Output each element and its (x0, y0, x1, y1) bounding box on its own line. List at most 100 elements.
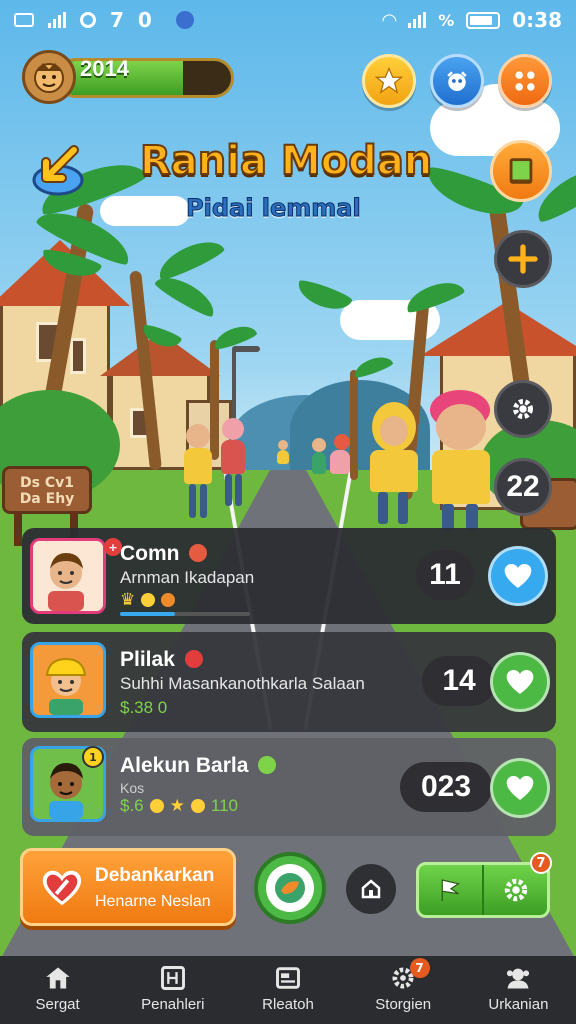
clock-time: 0:38 (512, 8, 562, 32)
card-name: Comn (120, 542, 208, 566)
game-title: Rania Modan (139, 137, 433, 185)
list-item[interactable]: 1 Alekun Barla Kos $.6 ★ 110 023 (22, 738, 556, 836)
card-progress (120, 612, 250, 616)
like-button[interactable] (488, 546, 548, 606)
character-pink-hair (424, 390, 500, 530)
character-yellow-hood (364, 402, 424, 526)
palm-frond (351, 352, 394, 380)
count-badge: 11 (416, 550, 474, 600)
reward-icon (258, 756, 277, 774)
like-button[interactable] (490, 652, 550, 712)
gear-icon (504, 878, 527, 902)
home-icon (43, 964, 73, 992)
map-inner (266, 864, 314, 912)
count-badge: 023 (400, 762, 492, 812)
level-badge: 1 (82, 746, 104, 768)
primary-cta-button[interactable]: Debankarkan Henarne Neslan (20, 848, 236, 926)
crown-icon: ♛ (120, 590, 136, 609)
boy-avatar-icon (33, 541, 103, 611)
heart-icon (506, 670, 534, 694)
player-level-pill[interactable]: 2014 (22, 50, 234, 104)
battery-icon (466, 11, 501, 29)
sync-icon (80, 12, 96, 28)
sign-post (14, 512, 22, 546)
status-glyph: 7 (110, 8, 124, 32)
notification-badge: 7 (530, 852, 552, 874)
bottom-navigation: Sergat Penahleri Rleatoh 7 Storgien Urka… (0, 956, 576, 1024)
character-button[interactable] (430, 54, 484, 108)
tablet-button[interactable] (490, 140, 552, 202)
heart-pin-icon (42, 870, 82, 906)
flag-button[interactable] (419, 865, 484, 915)
card-progress-fill (120, 612, 175, 616)
arrow-icon (32, 145, 84, 196)
nav-label: Sergat (35, 996, 80, 1013)
settings-button[interactable] (494, 380, 552, 438)
cloud (100, 196, 190, 226)
heart-icon (506, 776, 534, 800)
cta-title: Debankarkan (95, 865, 215, 886)
signal-icon (408, 12, 427, 28)
star-icon (374, 66, 404, 94)
menu-button[interactable] (498, 54, 552, 108)
heart-icon (504, 564, 532, 588)
villager (312, 434, 352, 488)
window (70, 338, 86, 374)
map-button[interactable] (254, 852, 326, 924)
wooden-sign-left: Ds Cv1 Da Ehy (2, 466, 92, 514)
player-score: 2014 (80, 56, 129, 81)
people-icon (503, 964, 533, 992)
card-subtitle: Kos (120, 780, 145, 796)
nav-item-home[interactable]: Sergat (0, 956, 115, 1024)
percent-indicator: % (438, 10, 455, 30)
back-arrow-badge[interactable] (28, 136, 94, 202)
counter-button[interactable]: 22 (494, 458, 552, 516)
nav-item-cards[interactable]: Penahleri (115, 956, 230, 1024)
face-icon (34, 63, 64, 93)
nav-label: Storgien (375, 996, 432, 1013)
nav-label: Urkanian (488, 996, 549, 1013)
tablet-icon (509, 158, 533, 184)
wifi-icon: ◠ (382, 9, 397, 31)
avatar (30, 538, 106, 614)
list-item[interactable]: + Comn Arnman Ikadapan ♛ 11 (22, 528, 556, 624)
status-bar: 7 0 ◠ % 0:38 (0, 0, 576, 40)
plus-button[interactable] (494, 230, 552, 288)
star-button[interactable] (362, 54, 416, 108)
villager (180, 424, 216, 524)
nav-label: Penahleri (141, 996, 205, 1013)
status-glyph: 0 (137, 8, 152, 32)
reward-icon (184, 650, 203, 668)
coin-icon (161, 593, 176, 607)
card-meta: $.38 0 (120, 698, 168, 717)
coin-icon (149, 799, 164, 813)
tv-icon (273, 964, 303, 992)
card-name: Plilak (120, 648, 203, 672)
flag-icon (441, 879, 460, 902)
card-subtitle: Arnman Ikadapan (120, 568, 255, 587)
avatar (30, 642, 106, 718)
count-badge: 14 (422, 656, 496, 706)
nav-item-settings[interactable]: 7 Storgien (346, 956, 461, 1024)
nav-item-people[interactable]: Urkanian (461, 956, 576, 1024)
home-small-button[interactable] (346, 864, 396, 914)
tools-button-group (416, 862, 550, 918)
nav-badge: 7 (409, 958, 430, 978)
card-meta: $.6 ★ 110 (120, 796, 238, 815)
player-avatar[interactable] (22, 50, 76, 104)
nav-item-tv[interactable]: Rleatoh (230, 956, 345, 1024)
villager (218, 418, 248, 514)
star-icon: ★ (169, 796, 185, 815)
card-subtitle: Suhhi Masankanothkarla Salaan (120, 674, 365, 693)
card-meta: ♛ (120, 590, 176, 610)
list-item[interactable]: Plilak Suhhi Masankanothkarla Salaan $.3… (22, 632, 556, 732)
message-icon (14, 13, 34, 27)
cta-subtitle: Henarne Neslan (95, 893, 211, 910)
like-button[interactable] (490, 758, 550, 818)
street-lamp-head (232, 346, 260, 352)
house-icon (361, 879, 381, 899)
card-name: Alekun Barla (120, 754, 277, 778)
game-subtitle: Pidai lemmal (186, 194, 362, 223)
plus-icon (508, 244, 538, 274)
grid-dots-icon (515, 71, 535, 91)
